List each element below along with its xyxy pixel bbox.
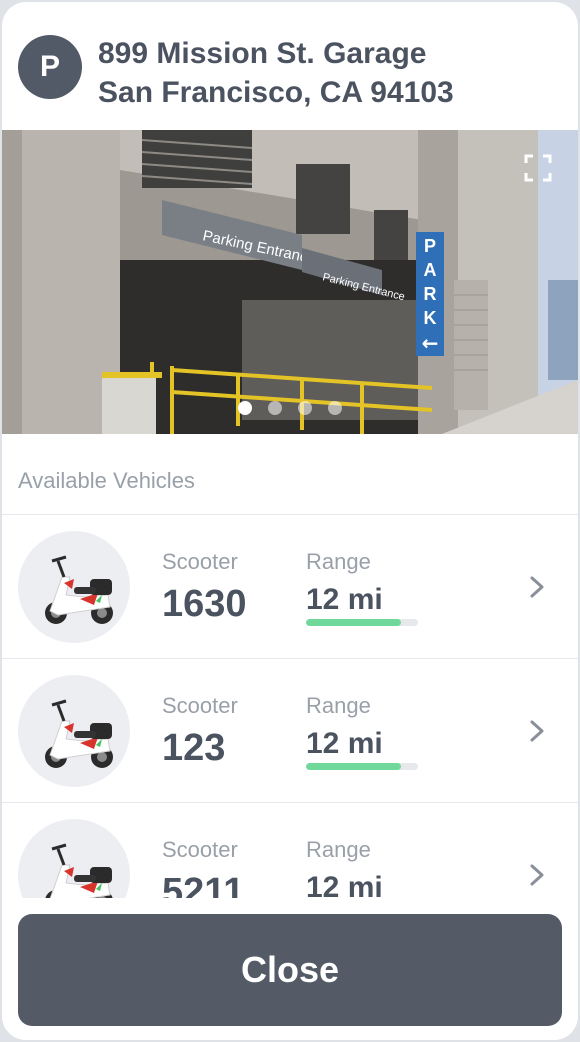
range-bar-fill: [306, 763, 402, 770]
vehicle-row[interactable]: Scooter 5211 Range 12 mi: [2, 803, 578, 898]
vehicle-id: 123: [162, 727, 226, 769]
location-photo-carousel[interactable]: Parking Entrance Parking Entrance P A R …: [2, 130, 578, 434]
carousel-dot[interactable]: [268, 401, 282, 415]
location-details-sheet: P 899 Mission St. Garage San Francisco, …: [2, 2, 578, 1040]
range-bar: [306, 619, 418, 626]
section-title: Available Vehicles: [18, 468, 195, 493]
garage-photo: Parking Entrance Parking Entrance P A R …: [2, 130, 578, 434]
carousel-dot[interactable]: [298, 401, 312, 415]
range-bar-fill: [306, 619, 402, 626]
scooter-thumbnail: [18, 819, 130, 898]
carousel-dot[interactable]: [328, 401, 342, 415]
location-city: San Francisco, CA 94103: [98, 76, 454, 109]
range-label: Range: [306, 837, 371, 862]
vehicle-type: Scooter: [162, 693, 238, 718]
carousel-pagination: [2, 401, 578, 420]
fullscreen-icon[interactable]: [524, 154, 552, 182]
scooter-thumbnail: [18, 531, 130, 643]
chevron-right-icon: [530, 576, 544, 598]
chevron-right-icon: [530, 720, 544, 742]
vehicle-type: Scooter: [162, 549, 238, 574]
range-bar: [306, 763, 418, 770]
svg-text:K: K: [424, 308, 437, 328]
range-value: 12 mi: [306, 727, 383, 760]
range-label: Range: [306, 549, 371, 574]
location-name: 899 Mission St. Garage: [98, 37, 427, 70]
footer: Close: [2, 898, 578, 1040]
location-address: 899 Mission St. Garage San Francisco, CA…: [98, 34, 454, 112]
vehicle-row[interactable]: Scooter 1630 Range 12 mi: [2, 515, 578, 659]
svg-text:A: A: [424, 260, 437, 280]
scooter-image: [45, 843, 113, 898]
range-value: 12 mi: [306, 583, 383, 616]
svg-text:P: P: [424, 236, 436, 256]
carousel-dot[interactable]: [238, 401, 252, 415]
scooter-thumbnail: [18, 675, 130, 787]
close-button[interactable]: Close: [18, 914, 562, 1026]
scooter-image: [45, 555, 113, 624]
svg-text:←: ←: [422, 331, 439, 355]
svg-text:R: R: [424, 284, 437, 304]
vehicle-id: 1630: [162, 583, 247, 625]
chevron-right-icon: [530, 864, 544, 886]
vehicle-list[interactable]: Scooter 1630 Range 12 mi Scooter 123 Ran…: [2, 515, 578, 898]
parking-badge: P: [18, 35, 82, 99]
scooter-image: [45, 699, 113, 768]
vehicle-row[interactable]: Scooter 123 Range 12 mi: [2, 659, 578, 803]
range-label: Range: [306, 693, 371, 718]
vehicle-id: 5211: [162, 871, 245, 898]
location-header: P 899 Mission St. Garage San Francisco, …: [2, 2, 578, 130]
vehicle-type: Scooter: [162, 837, 238, 862]
range-value: 12 mi: [306, 871, 383, 898]
